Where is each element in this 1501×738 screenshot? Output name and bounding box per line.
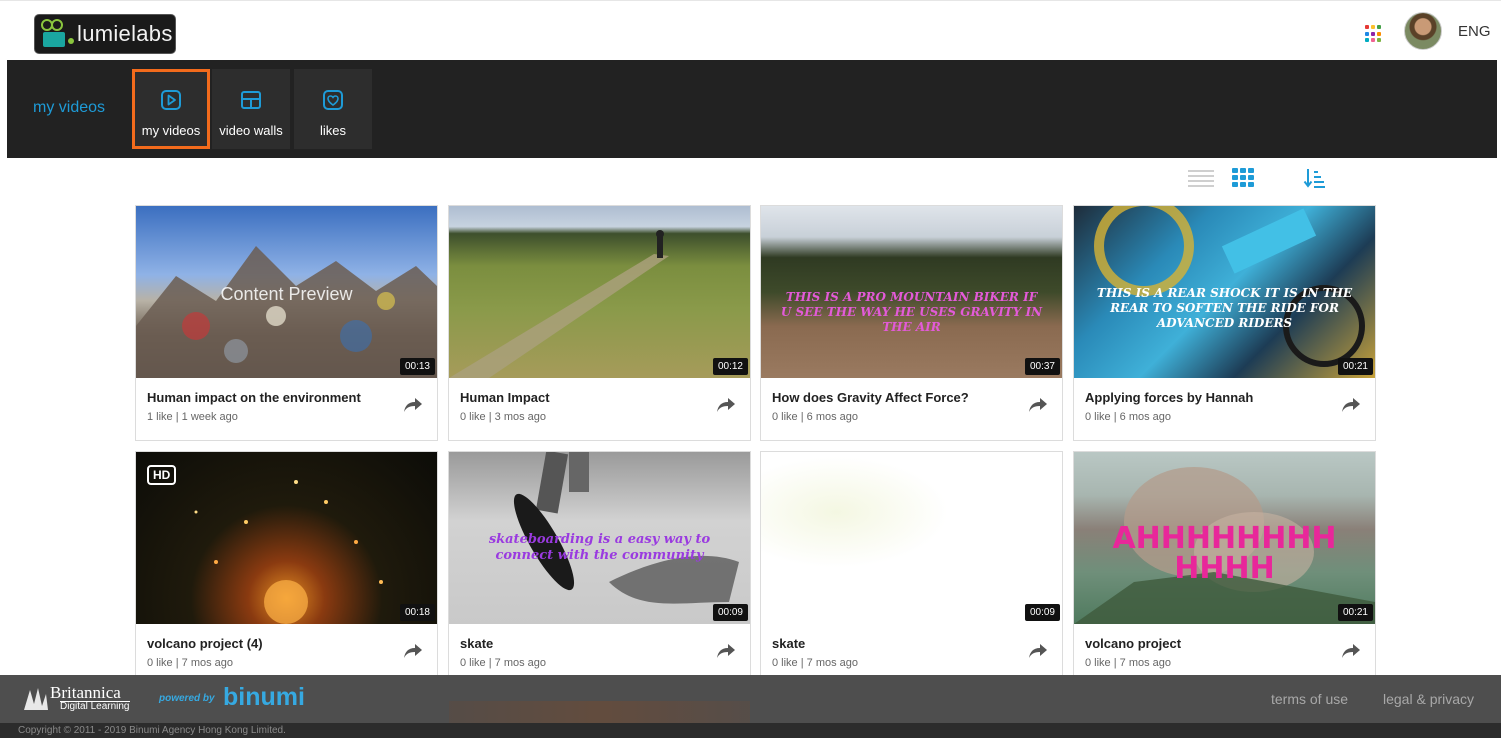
content-preview-overlay: Content Preview [220,284,353,304]
video-thumbnail[interactable]: 00:12 [449,206,750,378]
tab-likes[interactable]: likes [294,69,372,149]
language-selector[interactable]: ENG [1458,23,1491,40]
share-icon[interactable] [1028,642,1048,660]
duration-badge: 00:09 [1024,604,1060,621]
binumi-logo[interactable]: binumi [223,683,305,712]
sort-icon[interactable] [1303,167,1325,189]
section-navbar: my videos my videos video walls likes [7,60,1497,158]
tab-label: video walls [219,123,283,138]
share-icon[interactable] [403,396,423,414]
duration-badge: 00:18 [399,604,435,621]
duration-badge: 00:09 [712,604,748,621]
video-thumbnail[interactable]: 00:09 [761,452,1062,624]
video-caption: skateboarding is a easy way to connect w… [488,532,711,564]
video-title[interactable]: Human Impact [460,390,550,405]
apps-dot [1371,25,1375,29]
footer: Britannica Digital Learning powered by b… [0,675,1501,723]
apps-dot [1371,31,1375,36]
video-title[interactable]: Human impact on the environment [147,390,361,405]
apps-dot [1365,25,1369,29]
video-card[interactable]: HD 00:18 volcano project (4) 0 like | 7 … [135,451,438,687]
lava-sparks-graphic [194,480,383,624]
video-thumbnail[interactable]: HD 00:18 [136,452,437,624]
video-title[interactable]: Applying forces by Hannah [1085,390,1253,405]
powered-by-label: powered by [159,693,215,704]
apps-dot [1365,38,1369,43]
video-card[interactable]: AHHHHHHHH HHHH 00:21 volcano project 0 l… [1073,451,1376,687]
video-meta: 0 like | 6 mos ago [772,411,859,423]
heart-square-icon [323,90,343,110]
video-caption: THIS IS A PRO MOUNTAIN BIKER IF U SEE TH… [780,290,1043,334]
brand-sub: Digital Learning [60,701,130,712]
apps-dot [1365,31,1369,36]
video-card[interactable]: Content Preview 00:13 Human impact on th… [135,205,438,441]
video-caption: AHHHHHHHH HHHH [1112,521,1337,586]
share-icon[interactable] [1028,396,1048,414]
duration-badge: 00:21 [1337,358,1373,375]
video-card[interactable]: THIS IS A PRO MOUNTAIN BIKER IF U SEE TH… [760,205,1063,441]
video-title[interactable]: volcano project [1085,636,1181,651]
copyright-text: Copyright © 2011 - 2019 Binumi Agency Ho… [18,725,286,736]
video-meta: 0 like | 6 mos ago [1085,411,1172,423]
legal-privacy-link[interactable]: legal & privacy [1383,691,1474,707]
video-meta: 0 like | 7 mos ago [147,657,234,669]
video-card[interactable]: 00:12 Human Impact 0 like | 3 mos ago [448,205,751,441]
video-meta: 0 like | 3 mos ago [460,411,547,423]
video-meta: 0 like | 7 mos ago [460,657,547,669]
video-thumbnail[interactable]: Content Preview 00:13 [136,206,437,378]
logo-mark-icon [39,19,75,49]
tab-video-walls[interactable]: video walls [212,69,290,149]
share-icon[interactable] [403,642,423,660]
share-icon[interactable] [716,396,736,414]
video-meta: 0 like | 7 mos ago [1085,657,1172,669]
share-icon[interactable] [716,642,736,660]
video-thumbnail[interactable]: skateboarding is a easy way to connect w… [449,452,750,624]
grid-apps-icon[interactable] [1365,25,1383,43]
video-thumbnail[interactable]: AHHHHHHHH HHHH 00:21 [1074,452,1375,624]
share-icon[interactable] [1341,642,1361,660]
user-avatar[interactable] [1404,12,1442,50]
video-card[interactable]: skateboarding is a easy way to connect w… [448,451,751,687]
terms-of-use-link[interactable]: terms of use [1271,691,1348,707]
video-meta: 0 like | 7 mos ago [772,657,859,669]
grid-view-icon[interactable] [1232,168,1258,188]
duration-badge: 00:13 [399,358,435,375]
hd-badge: HD [147,465,177,485]
apps-dot [1377,25,1381,29]
duration-badge: 00:21 [1337,604,1373,621]
tab-my-videos[interactable]: my videos [132,69,210,149]
field-path-graphic [449,230,669,378]
apps-dot [1377,38,1381,43]
next-row-thumbnail-peek [449,701,750,723]
video-thumbnail[interactable]: THIS IS A PRO MOUNTAIN BIKER IF U SEE TH… [761,206,1062,378]
lumielabs-logo[interactable]: lumielabs [34,14,176,54]
britannica-logo[interactable]: Britannica Digital Learning [20,684,130,714]
play-square-icon [161,90,181,110]
top-header: lumielabs ENG [0,0,1501,60]
apps-dot [1371,38,1375,43]
section-title: my videos [33,99,106,116]
video-title[interactable]: skate [460,636,493,651]
duration-badge: 00:12 [712,358,748,375]
tab-label: my videos [141,123,201,138]
logo-text: lumielabs [77,21,173,46]
list-view-icon[interactable] [1188,168,1214,188]
video-card[interactable]: 00:09 skate 0 like | 7 mos ago [760,451,1063,687]
brand-name: Britannica [50,683,121,702]
copyright-bar: Copyright © 2011 - 2019 Binumi Agency Ho… [0,723,1501,738]
apps-dot [1377,31,1381,36]
duration-badge: 00:37 [1024,358,1060,375]
thistle-icon [24,688,48,710]
share-icon[interactable] [1341,396,1361,414]
video-card[interactable]: THIS IS A REAR SHOCK IT IS IN THE REAR T… [1073,205,1376,441]
video-caption: THIS IS A REAR SHOCK IT IS IN THE REAR T… [1096,286,1353,330]
wall-layout-icon [241,91,261,109]
video-meta: 1 like | 1 week ago [147,411,238,423]
tab-label: likes [319,123,346,138]
video-thumbnail[interactable]: THIS IS A REAR SHOCK IT IS IN THE REAR T… [1074,206,1375,378]
video-title[interactable]: skate [772,636,805,651]
video-title[interactable]: volcano project (4) [147,636,263,651]
video-title[interactable]: How does Gravity Affect Force? [772,390,969,405]
